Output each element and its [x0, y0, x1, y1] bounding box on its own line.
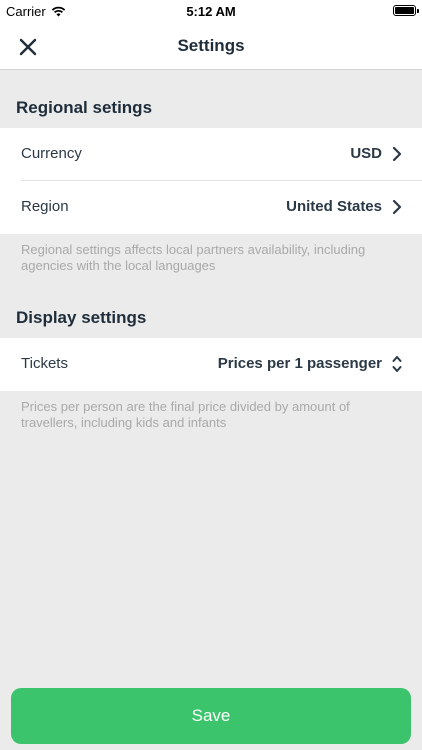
- status-bar: Carrier 5:12 AM: [0, 0, 422, 22]
- chevron-right-icon: [392, 199, 402, 215]
- navigation-bar: Settings: [0, 22, 422, 70]
- save-button[interactable]: Save: [11, 688, 411, 744]
- regional-footnote: Regional settings affects local partners…: [21, 242, 366, 273]
- currency-value: USD: [350, 145, 382, 162]
- region-row[interactable]: Region United States: [0, 181, 422, 234]
- currency-label: Currency: [21, 145, 82, 162]
- chevron-up-down-icon: [392, 356, 402, 372]
- region-label: Region: [21, 198, 69, 215]
- currency-row[interactable]: Currency USD: [0, 128, 422, 181]
- tickets-value: Prices per 1 passenger: [217, 355, 382, 372]
- chevron-right-icon: [392, 146, 402, 162]
- tickets-label: Tickets: [21, 355, 68, 372]
- region-value: United States: [286, 198, 382, 215]
- status-time: 5:12 AM: [186, 4, 236, 19]
- display-footnote: Prices per person are the final price di…: [21, 399, 350, 430]
- regional-section-title: Regional setings: [16, 98, 153, 117]
- page-title: Settings: [177, 36, 245, 55]
- display-section-title: Display settings: [16, 308, 147, 327]
- tickets-row[interactable]: Tickets Prices per 1 passenger: [0, 338, 422, 391]
- battery-icon: [393, 5, 419, 16]
